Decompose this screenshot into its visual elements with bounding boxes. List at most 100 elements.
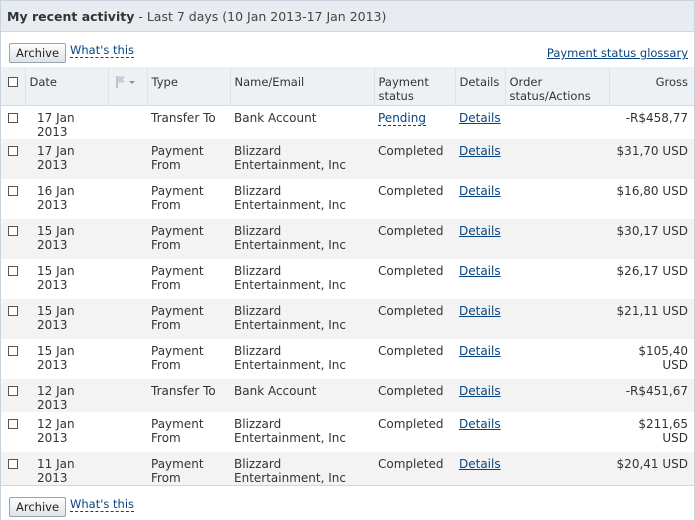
cell-date: 15 Jan 2013: [25, 298, 108, 339]
date-text: 15 Jan 2013: [37, 303, 75, 332]
details-link[interactable]: Details: [459, 111, 501, 125]
cell-order: [505, 378, 609, 412]
type-text: Transfer To: [151, 110, 216, 125]
cell-type: Payment From: [147, 179, 230, 219]
cell-status: Completed: [374, 298, 455, 339]
cell-flag: [108, 259, 147, 299]
details-link[interactable]: Details: [459, 384, 501, 398]
cell-select: [1, 259, 25, 299]
row-checkbox[interactable]: [8, 265, 18, 276]
flag-filter-icon[interactable]: [114, 75, 136, 89]
cell-status: Completed: [374, 138, 455, 179]
row-checkbox[interactable]: [8, 112, 18, 123]
cell-status: Completed: [374, 339, 455, 379]
cell-status: Completed: [374, 259, 455, 299]
row-checkbox[interactable]: [8, 225, 18, 236]
cell-name: Blizzard Entertainment, Inc: [230, 259, 374, 299]
cell-name: Blizzard Entertainment, Inc: [230, 339, 374, 379]
cell-type: Transfer To: [147, 378, 230, 412]
cell-select: [1, 179, 25, 219]
row-checkbox[interactable]: [8, 185, 18, 196]
table-row: 15 Jan 2013 Payment From Blizzard Entertai…: [1, 339, 694, 379]
gross-text: $30,17 USD: [616, 223, 688, 238]
cell-status: Completed: [374, 218, 455, 259]
details-link[interactable]: Details: [459, 344, 501, 358]
payment-status-glossary-link[interactable]: Payment status glossary: [547, 46, 688, 60]
archive-button-bottom[interactable]: Archive: [9, 497, 67, 517]
row-checkbox[interactable]: [8, 305, 18, 316]
col-order-status: Order status/Actions: [505, 67, 610, 106]
col-date[interactable]: Date: [25, 67, 109, 106]
cell-type: Payment From: [147, 412, 230, 452]
cell-select: [1, 105, 25, 139]
cell-name: Blizzard Entertainment, Inc: [230, 138, 374, 179]
whats-this-link[interactable]: What's this: [70, 44, 135, 58]
details-link[interactable]: Details: [459, 457, 501, 471]
status-text: Completed: [378, 343, 444, 358]
cell-status: Pending: [374, 105, 455, 139]
cell-flag: [108, 218, 147, 259]
row-checkbox[interactable]: [8, 385, 18, 396]
row-checkbox[interactable]: [8, 458, 18, 469]
col-flag[interactable]: [108, 67, 148, 106]
name-text: Blizzard Entertainment, Inc: [234, 183, 346, 212]
cell-details: Details: [455, 378, 505, 412]
gross-text: $21,11 USD: [616, 303, 688, 318]
cell-status: Completed: [374, 412, 455, 452]
cell-details: Details: [455, 339, 505, 379]
cell-gross: $31,70 USD: [609, 138, 694, 179]
name-text: Blizzard Entertainment, Inc: [234, 303, 346, 332]
status-pending-link[interactable]: Pending: [378, 110, 426, 126]
row-checkbox[interactable]: [8, 145, 18, 156]
cell-date: 17 Jan 2013: [25, 138, 108, 179]
cell-type: Payment From: [147, 218, 230, 259]
table-row: 17 Jan 2013 Payment From Blizzard Entertai…: [1, 138, 694, 179]
details-link[interactable]: Details: [459, 264, 501, 278]
cell-select: [1, 138, 25, 179]
row-checkbox[interactable]: [8, 345, 18, 356]
cell-select: [1, 218, 25, 259]
col-name[interactable]: Name/Email: [230, 67, 375, 106]
type-text: Payment From: [151, 143, 204, 172]
whats-this-link-bottom[interactable]: What's this: [70, 498, 135, 512]
cell-select: [1, 339, 25, 379]
cell-status: Completed: [374, 179, 455, 219]
col-type[interactable]: Type: [147, 67, 231, 106]
cell-order: [505, 218, 609, 259]
select-all-checkbox[interactable]: [8, 77, 18, 87]
details-link[interactable]: Details: [459, 144, 501, 158]
archive-button[interactable]: Archive: [9, 43, 67, 63]
details-link[interactable]: Details: [459, 184, 501, 198]
status-text: Completed: [378, 223, 444, 238]
table-header-row: Date Type Name/Email Payment status Deta…: [1, 67, 694, 106]
cell-date: 12 Jan 2013: [25, 378, 108, 412]
details-link[interactable]: Details: [459, 304, 501, 318]
details-link[interactable]: Details: [459, 224, 501, 238]
type-text: Payment From: [151, 263, 204, 292]
cell-details: Details: [455, 259, 505, 299]
recent-activity-panel: My recent activity - Last 7 days (10 Jan…: [0, 0, 695, 520]
row-checkbox[interactable]: [8, 418, 18, 429]
cell-flag: [108, 339, 147, 379]
cell-date: 12 Jan 2013: [25, 412, 108, 452]
cell-gross: $211,65 USD: [609, 412, 694, 452]
col-gross[interactable]: Gross: [609, 67, 694, 106]
col-payment-status[interactable]: Payment status: [374, 67, 456, 106]
status-text: Completed: [378, 183, 444, 198]
panel-title: My recent activity: [7, 8, 135, 24]
cell-flag: [108, 298, 147, 339]
cell-details: Details: [455, 105, 505, 139]
type-text: Payment From: [151, 303, 204, 332]
date-text: 15 Jan 2013: [37, 343, 75, 372]
cell-order: [505, 179, 609, 219]
status-text: Completed: [378, 263, 444, 278]
cell-details: Details: [455, 218, 505, 259]
cell-gross: $105,40 USD: [609, 339, 694, 379]
details-link[interactable]: Details: [459, 417, 501, 431]
cell-gross: $26,17 USD: [609, 259, 694, 299]
cell-name: Blizzard Entertainment, Inc: [230, 412, 374, 452]
name-text: Blizzard Entertainment, Inc: [234, 416, 346, 445]
status-text: Completed: [378, 383, 444, 398]
gross-text: $105,40 USD: [638, 343, 688, 372]
cell-type: Payment From: [147, 138, 230, 179]
